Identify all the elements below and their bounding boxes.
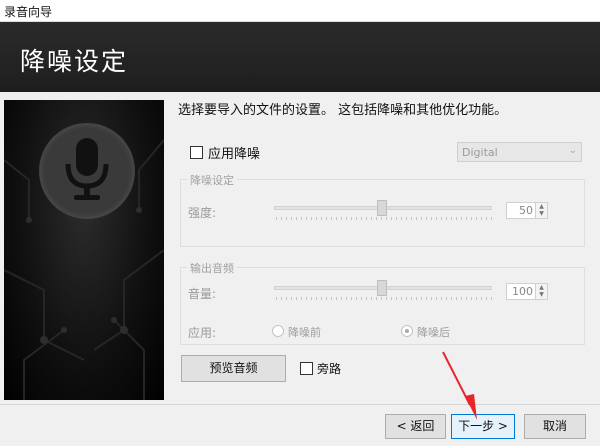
preview-audio-button[interactable]: 预览音频 [181,355,286,382]
back-button[interactable]: < 返回 [385,414,446,439]
apply-noise-reduction-label: 应用降噪 [208,147,261,162]
cancel-button[interactable]: 取消 [524,414,586,439]
microphone-image-panel [4,100,164,400]
window-titlebar: 录音向导 [0,0,600,22]
header-banner: 降噪设定 [0,22,600,92]
strength-slider-thumb[interactable] [377,200,387,216]
strength-slider-ticks [276,217,492,220]
output-audio-group-title: 输出音频 [187,260,237,276]
noise-mode-value: Digital [462,146,498,159]
volume-value: 100 [512,285,533,298]
volume-slider-thumb[interactable] [377,280,387,296]
output-audio-group: 输出音频 [180,260,585,345]
spin-arrows-icon[interactable]: ▲ ▼ [535,203,547,218]
page-title: 降噪设定 [20,47,129,76]
microphone-badge [40,124,134,218]
radio-after-denoise-label: 降噪后 [417,326,450,339]
apply-noise-reduction-checkbox[interactable] [190,146,203,159]
volume-label: 音量: [188,287,217,301]
noise-mode-select[interactable]: Digital ⌄ [457,142,582,162]
intro-text: 选择要导入的文件的设置。 这包括降噪和其他优化功能。 [178,103,508,118]
strength-spinbox[interactable]: 50 ▲ ▼ [506,202,548,219]
volume-spinbox[interactable]: 100 ▲ ▼ [506,283,548,300]
radio-before-denoise-label: 降噪前 [288,326,321,339]
radio-before-denoise[interactable] [272,325,284,337]
apply-label: 应用: [188,326,217,340]
volume-slider-ticks [276,297,492,300]
bypass-checkbox[interactable] [300,362,313,375]
chevron-down-icon: ⌄ [568,145,577,156]
window-title: 录音向导 [4,5,53,19]
noise-settings-group-title: 降噪设定 [187,172,237,188]
strength-label: 强度: [188,206,217,220]
next-button[interactable]: 下一步 > [451,414,515,439]
strength-value: 50 [519,204,533,217]
radio-after-denoise[interactable] [401,325,413,337]
spin-arrows-icon[interactable]: ▲ ▼ [535,284,547,299]
microphone-icon [65,138,109,200]
bypass-label: 旁路 [317,362,342,376]
